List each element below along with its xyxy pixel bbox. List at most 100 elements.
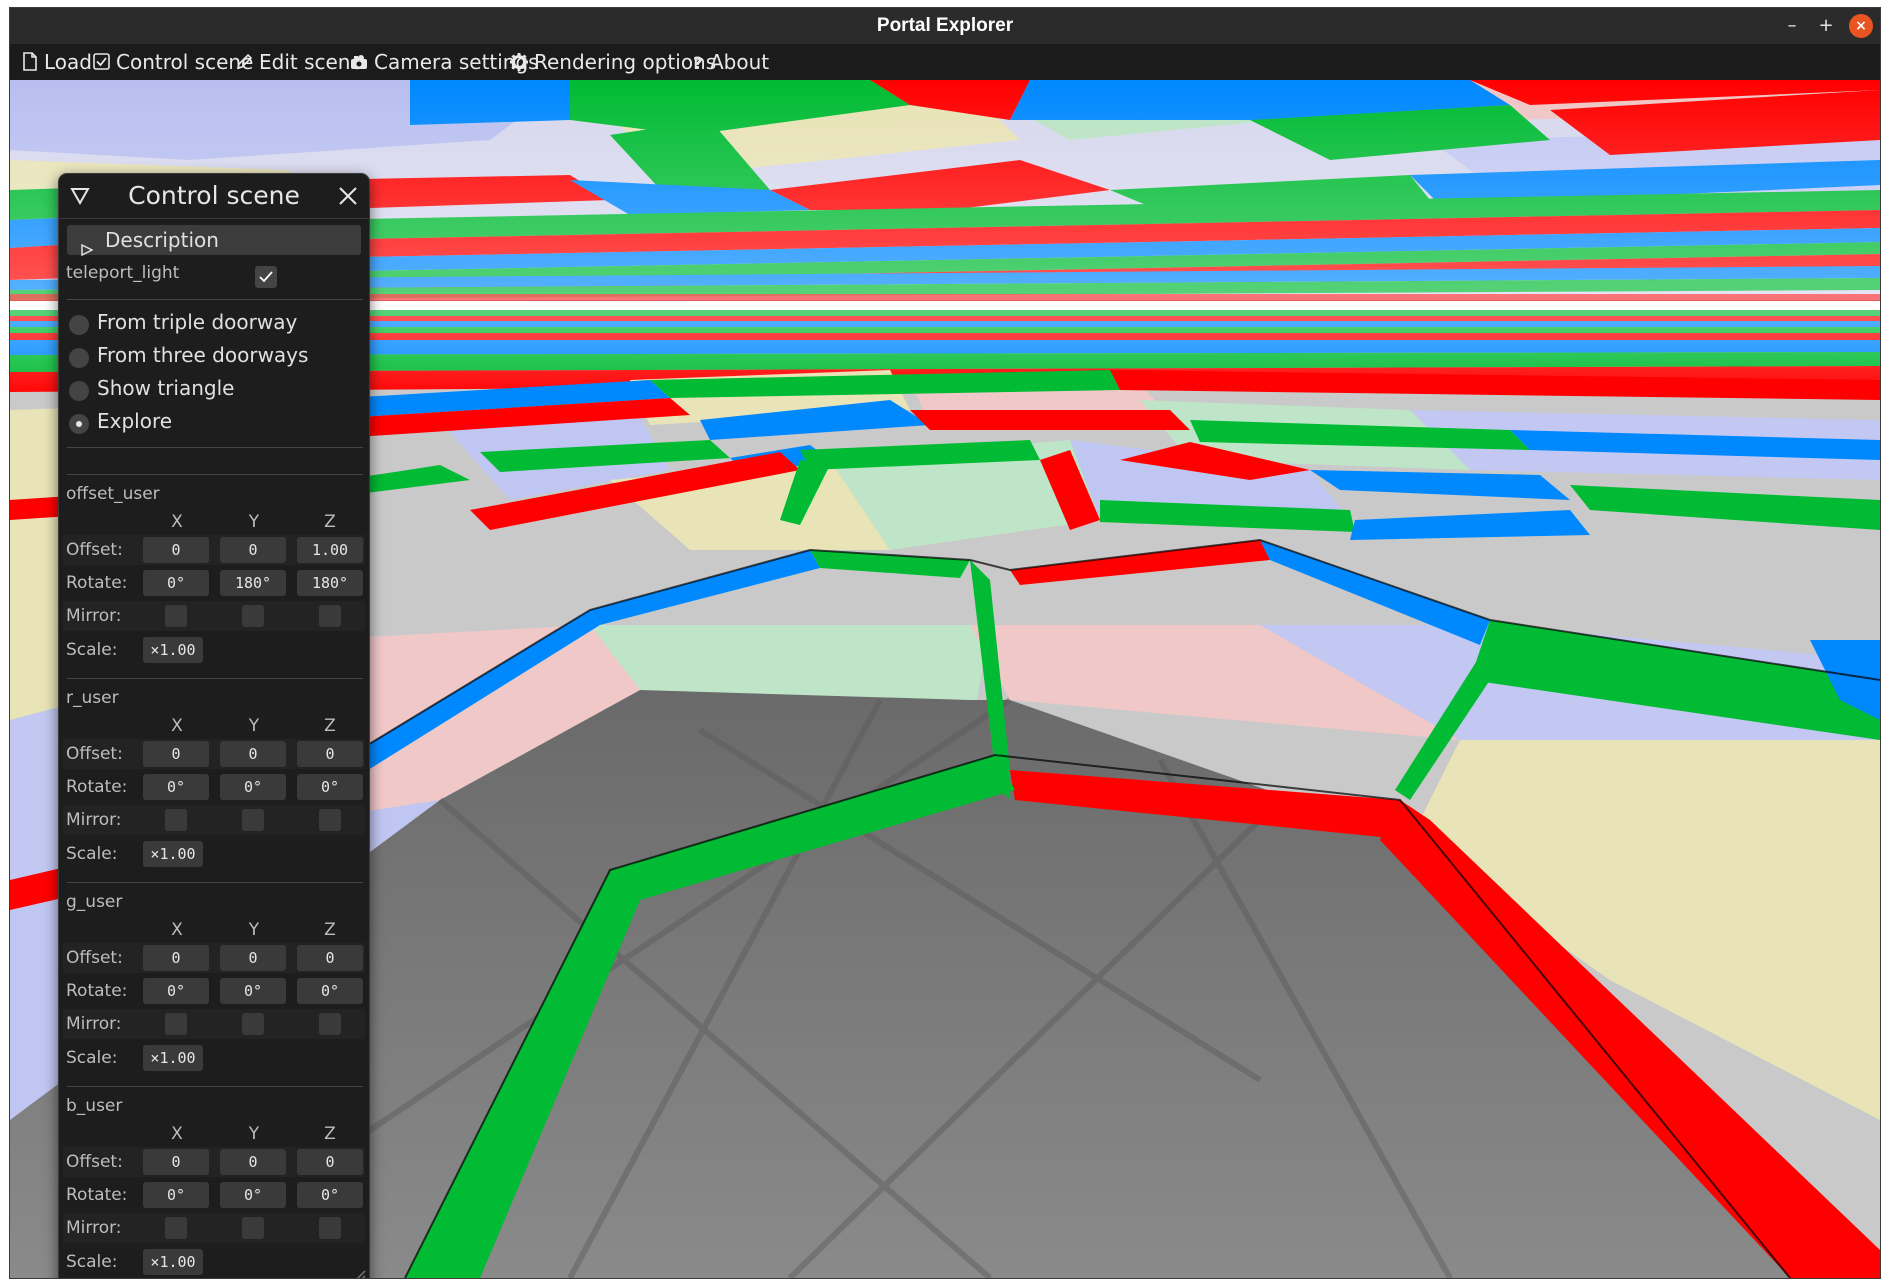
resize-grip-icon[interactable] (352, 1267, 366, 1278)
separator (67, 1086, 363, 1087)
offset-y-field[interactable]: 0 (220, 741, 286, 767)
axis-y-label: Y (248, 920, 260, 940)
scale-label: Scale: (66, 1252, 118, 1272)
rotate-y-field[interactable]: 0° (220, 978, 286, 1004)
rotate-label: Rotate: (66, 1185, 128, 1205)
mirror-label: Mirror: (66, 810, 122, 830)
panel-title: Control scene (128, 181, 300, 210)
mode-label-from-three-doorways: From three doorways (97, 343, 309, 367)
mirror-z-checkbox[interactable] (319, 1013, 341, 1035)
rotate-x-field[interactable]: 0° (143, 978, 209, 1004)
scale-field[interactable]: ×1.00 (143, 841, 203, 867)
mode-radio-show-triangle[interactable] (69, 381, 89, 401)
expand-triangle-icon (81, 234, 94, 264)
separator (67, 678, 363, 679)
mode-label-from-triple-doorway: From triple doorway (97, 310, 298, 334)
offset-z-field[interactable]: 0 (297, 741, 363, 767)
offset-y-field[interactable]: 0 (220, 537, 286, 563)
separator (67, 882, 363, 883)
rotate-x-field[interactable]: 0° (143, 774, 209, 800)
rotate-z-field[interactable]: 0° (297, 978, 363, 1004)
offset-label: Offset: (66, 948, 123, 968)
menu-edit-scene[interactable]: Edit scene (236, 44, 363, 81)
scale-label: Scale: (66, 640, 118, 660)
rotate-x-field[interactable]: 0° (143, 570, 209, 596)
mirror-label: Mirror: (66, 1218, 122, 1238)
description-label: Description (105, 228, 219, 252)
menu-load-label: Load (44, 50, 92, 74)
offset-z-field[interactable]: 1.00 (297, 537, 363, 563)
axis-y-label: Y (248, 716, 260, 736)
scale-field[interactable]: ×1.00 (143, 1045, 203, 1071)
window-title: Portal Explorer (876, 15, 1014, 36)
mirror-z-checkbox[interactable] (319, 1217, 341, 1239)
mirror-y-checkbox[interactable] (242, 809, 264, 831)
group-name: g_user (66, 892, 123, 912)
control-scene-panel[interactable]: Control scene Description teleport_light… (58, 173, 370, 1278)
description-header[interactable]: Description (67, 225, 361, 257)
mirror-x-checkbox[interactable] (165, 809, 187, 831)
offset-y-field[interactable]: 0 (220, 945, 286, 971)
mode-label-show-triangle: Show triangle (97, 376, 235, 400)
maximize-button[interactable]: + (1814, 14, 1838, 38)
rotate-y-field[interactable]: 0° (220, 774, 286, 800)
mode-label-explore: Explore (97, 409, 173, 433)
mirror-y-checkbox[interactable] (242, 1013, 264, 1035)
close-window-button[interactable]: × (1849, 14, 1873, 38)
menu-rendering-options[interactable]: Rendering options (510, 44, 716, 81)
offset-x-field[interactable]: 0 (143, 1149, 209, 1175)
offset-x-field[interactable]: 0 (143, 537, 209, 563)
menu-about[interactable]: ? About (692, 44, 769, 81)
mode-radio-explore[interactable] (69, 414, 89, 434)
app-window: Portal Explorer – + × Load Control scene… (10, 8, 1880, 1278)
axis-x-label: X (171, 1124, 183, 1144)
scale-field[interactable]: ×1.00 (143, 1249, 203, 1275)
teleport-light-label: teleport_light (66, 263, 180, 283)
rotate-y-field[interactable]: 0° (220, 1182, 286, 1208)
rotate-z-field[interactable]: 0° (297, 774, 363, 800)
mirror-x-checkbox[interactable] (165, 1217, 187, 1239)
scale-label: Scale: (66, 1048, 118, 1068)
mirror-x-checkbox[interactable] (165, 605, 187, 627)
teleport-light-checkbox[interactable] (255, 266, 277, 288)
mirror-x-checkbox[interactable] (165, 1013, 187, 1035)
rotate-z-field[interactable]: 0° (297, 1182, 363, 1208)
checkbox-icon (93, 53, 110, 70)
mode-radio-from-triple-doorway[interactable] (69, 315, 89, 335)
scene-viewport[interactable]: Control scene Description teleport_light… (10, 80, 1880, 1278)
axis-z-label: Z (324, 716, 336, 736)
title-bar[interactable]: Portal Explorer – + × (10, 8, 1880, 44)
group-name: offset_user (66, 484, 160, 504)
mirror-label: Mirror: (66, 606, 122, 626)
camera-icon (350, 54, 368, 70)
mirror-z-checkbox[interactable] (319, 809, 341, 831)
axis-x-label: X (171, 716, 183, 736)
panel-header[interactable]: Control scene (59, 174, 369, 219)
offset-label: Offset: (66, 540, 123, 560)
rotate-z-field[interactable]: 180° (297, 570, 363, 596)
close-icon[interactable] (337, 185, 359, 212)
separator (67, 447, 363, 448)
offset-label: Offset: (66, 1152, 123, 1172)
offset-label: Offset: (66, 744, 123, 764)
mirror-y-checkbox[interactable] (242, 1217, 264, 1239)
offset-x-field[interactable]: 0 (143, 945, 209, 971)
axis-z-label: Z (324, 920, 336, 940)
scale-label: Scale: (66, 844, 118, 864)
mirror-z-checkbox[interactable] (319, 605, 341, 627)
offset-y-field[interactable]: 0 (220, 1149, 286, 1175)
axis-y-label: Y (248, 512, 260, 532)
minimize-button[interactable]: – (1780, 14, 1804, 38)
scale-field[interactable]: ×1.00 (143, 637, 203, 663)
mode-radio-from-three-doorways[interactable] (69, 348, 89, 368)
menu-rendering-options-label: Rendering options (534, 50, 717, 74)
rotate-y-field[interactable]: 180° (220, 570, 286, 596)
offset-z-field[interactable]: 0 (297, 945, 363, 971)
menu-control-scene[interactable]: Control scene (93, 44, 253, 81)
offset-z-field[interactable]: 0 (297, 1149, 363, 1175)
mirror-y-checkbox[interactable] (242, 605, 264, 627)
menu-about-label: About (710, 50, 770, 74)
menu-load[interactable]: Load (22, 44, 92, 81)
rotate-x-field[interactable]: 0° (143, 1182, 209, 1208)
offset-x-field[interactable]: 0 (143, 741, 209, 767)
